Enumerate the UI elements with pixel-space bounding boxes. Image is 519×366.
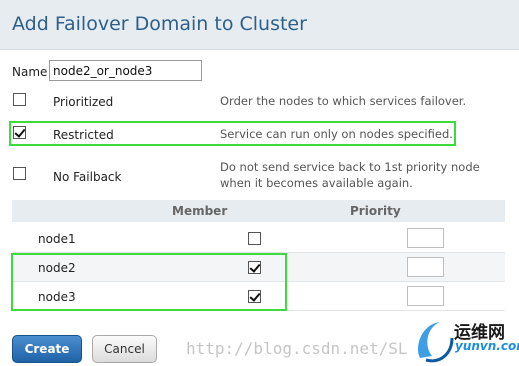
name-label: Name xyxy=(12,65,48,79)
priority-input-node3[interactable] xyxy=(407,286,444,306)
name-input[interactable] xyxy=(49,60,202,81)
logo-en-text: yunvn.com xyxy=(455,339,519,353)
dialog-title: Add Failover Domain to Cluster xyxy=(12,13,307,35)
no-failback-description-line2: when it becomes available again. xyxy=(220,176,413,190)
cancel-button[interactable]: Cancel xyxy=(92,335,157,363)
prioritized-description: Order the nodes to which services failov… xyxy=(220,94,467,108)
restricted-description: Service can run only on nodes specified. xyxy=(220,127,453,141)
restricted-label: Restricted xyxy=(53,128,114,142)
priority-input-node2[interactable] xyxy=(407,257,444,277)
no-failback-label: No Failback xyxy=(53,170,122,184)
prioritized-label: Prioritized xyxy=(53,95,114,109)
member-table-header xyxy=(12,200,505,222)
no-failback-checkbox[interactable] xyxy=(13,167,26,180)
create-button[interactable]: Create xyxy=(12,335,82,363)
member-column-header: Member xyxy=(172,204,228,218)
node-name: node1 xyxy=(38,232,76,246)
priority-column-header: Priority xyxy=(350,204,401,218)
priority-input-node1[interactable] xyxy=(407,228,444,248)
dialog-header: Add Failover Domain to Cluster xyxy=(0,0,519,50)
member-checkbox-node1[interactable] xyxy=(248,232,261,245)
no-failback-description-line1: Do not send service back to 1st priority… xyxy=(220,160,480,174)
watermark-url: http://blog.csdn.net/SL xyxy=(186,339,408,358)
restricted-checkbox[interactable] xyxy=(13,126,26,139)
prioritized-checkbox[interactable] xyxy=(13,93,26,106)
selected-nodes-highlight xyxy=(11,253,287,311)
